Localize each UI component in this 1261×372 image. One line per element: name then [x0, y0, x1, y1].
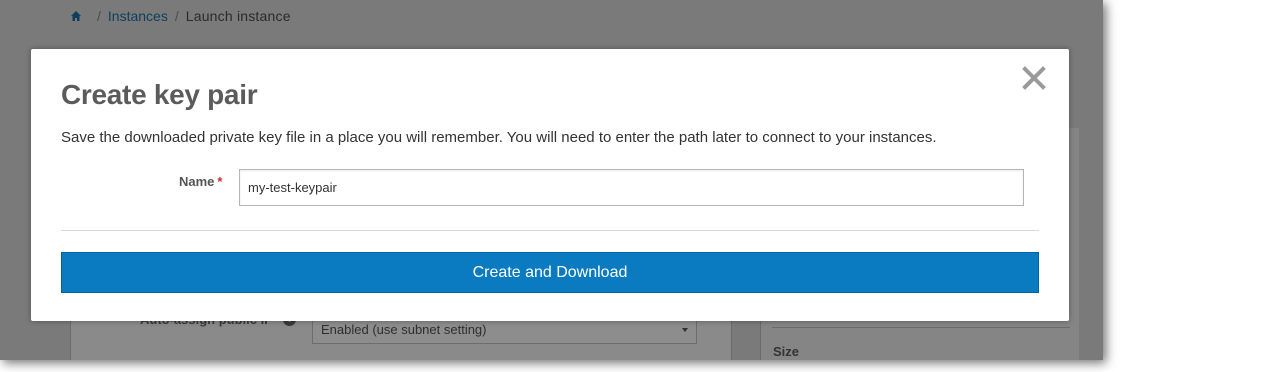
key-pair-name-input[interactable]: [239, 169, 1024, 206]
size-label: Size: [773, 344, 800, 359]
breadcrumb-separator: /: [174, 8, 179, 24]
name-label-text: Name: [179, 174, 215, 189]
auto-assign-ip-select-value: Enabled (use subnet setting): [321, 322, 487, 337]
create-and-download-button[interactable]: Create and Download: [61, 252, 1039, 293]
close-icon[interactable]: [1021, 65, 1047, 91]
name-field-label: Name *: [179, 174, 222, 189]
modal-divider: [61, 230, 1039, 231]
create-key-pair-modal: Create key pair Save the downloaded priv…: [31, 49, 1069, 321]
required-marker: *: [217, 174, 223, 189]
divider: [772, 327, 1070, 328]
breadcrumb-instances-link[interactable]: Instances: [108, 8, 168, 24]
modal-description: Save the downloaded private key file in …: [61, 129, 937, 146]
modal-title: Create key pair: [61, 79, 258, 110]
breadcrumb-current: Launch instance: [185, 8, 291, 24]
caret-down-icon: [682, 328, 688, 332]
home-icon[interactable]: [70, 10, 82, 22]
app-screen: / Instances / Launch instance Auto-assig…: [0, 0, 1103, 360]
breadcrumb: / Instances / Launch instance: [70, 6, 291, 26]
breadcrumb-separator: /: [97, 8, 101, 24]
